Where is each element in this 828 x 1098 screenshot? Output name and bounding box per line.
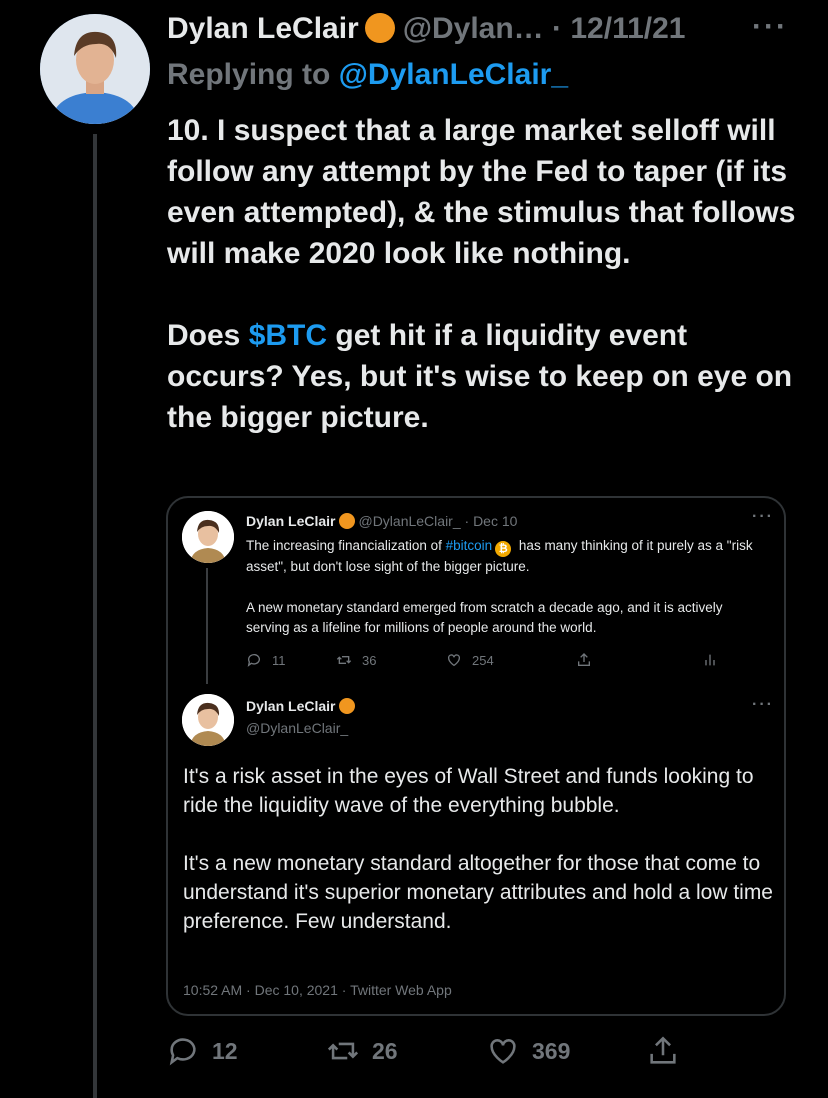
analytics-icon [705, 654, 715, 666]
quoted-like-count: 254 [472, 652, 494, 668]
tweet-paragraph-1: 10. I suspect that a large market sellof… [167, 114, 796, 270]
tweet-date[interactable]: 12/11/21 [570, 12, 685, 45]
bitcoin-hashtag-link[interactable]: #bitcoin [446, 538, 493, 553]
orange-badge-icon [339, 513, 356, 529]
like-count: 369 [532, 1037, 571, 1064]
quoted-retweet-count: 36 [362, 652, 377, 668]
quoted-timestamp[interactable]: 10:52 AM · Dec 10, 2021 · Twitter Web Ap… [183, 982, 452, 998]
quoted-header-1: Dylan LeClair @DylanLeClair_ · Dec 10 [246, 513, 517, 529]
thread-line [93, 134, 97, 1098]
replying-to-label: Replying to [167, 58, 339, 91]
heart-icon [448, 654, 460, 667]
quoted-reply-count: 11 [272, 652, 286, 668]
author-name[interactable]: Dylan LeClair [167, 12, 359, 45]
quoted-author-avatar[interactable] [182, 511, 234, 563]
retweet-icon [327, 1042, 359, 1060]
quoted-paragraph-1: The increasing financialization of #bitc… [246, 536, 766, 577]
tweet-header: Dylan LeClair @Dylan… · 12/11/21 [167, 12, 685, 46]
retweet-button[interactable]: 26 [326, 1034, 398, 1068]
quoted-author-name[interactable]: Dylan LeClair [246, 513, 335, 529]
reply-icon [169, 1038, 196, 1066]
share-button[interactable] [646, 1034, 680, 1068]
quoted-author-avatar-2[interactable] [182, 694, 234, 746]
author-avatar[interactable] [40, 14, 150, 124]
quoted-like-button[interactable]: 254 [446, 652, 494, 668]
quoted-reply-button[interactable]: 11 [246, 652, 286, 668]
quoted-more-icon-2[interactable]: ··· [752, 696, 774, 714]
quoted-handle-2[interactable]: @DylanLeClair_ [246, 720, 348, 736]
quoted-more-icon[interactable]: ··· [752, 508, 774, 526]
tweet-body: 10. I suspect that a large market sellof… [167, 110, 807, 438]
quoted-text-prefix: The increasing financialization of [246, 538, 446, 553]
quoted-handle-date[interactable]: @DylanLeClair_ · Dec 10 [358, 513, 517, 529]
quoted-thread-line [206, 568, 208, 684]
author-handle[interactable]: @Dylan… [403, 12, 544, 45]
reply-button[interactable]: 12 [166, 1034, 238, 1068]
quoted-tweet-1-text: The increasing financialization of #bitc… [246, 536, 766, 638]
quoted-share-button[interactable] [576, 652, 592, 668]
reply-mention-link[interactable]: @DylanLeClair_ [339, 58, 568, 91]
quoted-paragraph-2: A new monetary standard emerged from scr… [246, 600, 723, 635]
orange-badge-icon [339, 698, 356, 714]
quoted-author-name-2[interactable]: Dylan LeClair [246, 698, 358, 714]
bitcoin-icon: ₿ [495, 541, 512, 557]
quoted-2-paragraph-1: It's a risk asset in the eyes of Wall St… [183, 765, 754, 817]
quoted-name-2: Dylan LeClair [246, 698, 336, 714]
share-icon [578, 653, 590, 666]
more-options-icon[interactable]: ··· [752, 10, 788, 44]
heart-icon [490, 1039, 516, 1064]
reply-icon [247, 654, 260, 667]
like-button[interactable]: 369 [486, 1034, 570, 1068]
replying-to: Replying to @DylanLeClair_ [167, 58, 568, 92]
quoted-tweet-card[interactable]: Dylan LeClair @DylanLeClair_ · Dec 10 ···… [166, 496, 786, 1016]
para2-prefix: Does [167, 319, 249, 352]
retweet-icon [336, 656, 352, 664]
orange-badge-icon [364, 13, 395, 43]
cashtag-link[interactable]: $BTC [249, 319, 327, 352]
quoted-analytics-button[interactable] [702, 652, 718, 668]
quoted-tweet-2-text: It's a risk asset in the eyes of Wall St… [183, 762, 773, 936]
tweet-paragraph-2: Does $BTC get hit if a liquidity event o… [167, 315, 807, 438]
retweet-count: 26 [372, 1037, 398, 1064]
quoted-action-bar: 11 36 254 [246, 652, 766, 674]
quoted-2-paragraph-2: It's a new monetary standard altogether … [183, 852, 773, 933]
share-icon [650, 1036, 676, 1064]
reply-count: 12 [212, 1037, 238, 1064]
quoted-retweet-button[interactable]: 36 [336, 652, 376, 668]
header-separator: · [543, 12, 571, 45]
